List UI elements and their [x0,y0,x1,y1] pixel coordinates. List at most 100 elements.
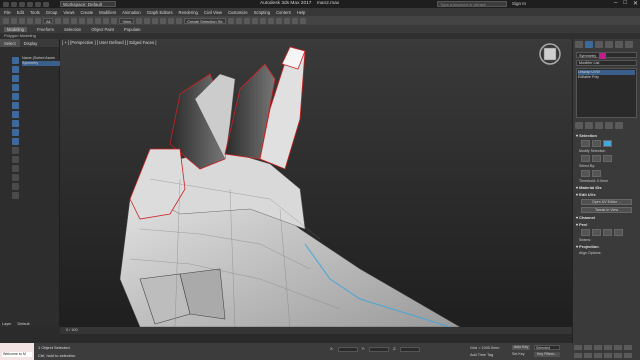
toggle-ribbon-icon[interactable] [251,17,258,24]
quick-peel-icon[interactable] [581,229,590,236]
render-production-icon[interactable] [299,17,306,24]
undo-icon[interactable] [27,1,33,7]
grow-selection-icon[interactable] [581,155,590,162]
ignore-backfacing-icon[interactable] [592,170,601,177]
rendered-frame-window-icon[interactable] [291,17,298,24]
edit-named-selection-icon[interactable] [176,17,183,24]
select-by-element-icon[interactable] [581,170,590,177]
zoom-all-icon[interactable] [574,352,582,358]
reset-peel-icon[interactable] [603,229,612,236]
rotate-icon[interactable] [95,17,102,24]
filter-spacewarps-icon[interactable] [12,102,19,109]
tab-display[interactable]: Display [20,39,42,47]
maximize-viewport-icon[interactable] [624,352,632,358]
link-icon[interactable] [19,17,25,24]
layer-explorer-icon[interactable] [243,17,250,24]
set-key-button[interactable]: Set Key [512,352,525,356]
tab-freeform[interactable]: Freeform [37,27,54,32]
perspective-viewport[interactable]: [ + ] [Perspective ] [ User Defined ] [ … [60,39,572,327]
maximize-icon[interactable]: □ [623,0,627,7]
bind-space-warp-icon[interactable] [35,17,41,24]
maxscript-mini-listener[interactable]: Welcome to M [2,352,32,357]
menu-civil-view[interactable]: Civil View [204,10,222,15]
minimize-icon[interactable]: – [614,0,617,7]
filter-lights-icon[interactable] [12,75,19,82]
selection-rollout[interactable]: Selection [576,133,637,138]
align-icon[interactable] [235,17,242,24]
peel-rollout[interactable]: Peel [576,222,637,227]
menu-content[interactable]: Content [276,10,291,15]
utilities-tab-icon[interactable] [625,41,633,48]
reference-coordinate-dropdown[interactable]: View [119,17,135,24]
filter-groups-icon[interactable] [12,111,19,118]
goto-start-icon[interactable] [574,345,582,350]
select-by-name-icon[interactable] [63,17,70,24]
make-unique-icon[interactable] [595,122,603,129]
goto-end-icon[interactable] [614,345,622,350]
new-file-icon[interactable] [3,1,9,7]
filter-invert-icon[interactable] [12,183,19,190]
angle-snap-icon[interactable] [152,17,159,24]
tab-selection[interactable]: Selection [64,27,81,32]
menu-file[interactable]: File [4,10,11,15]
filter-helpers-icon[interactable] [12,93,19,100]
hierarchy-tab-icon[interactable] [595,41,603,48]
snap-toggle-icon[interactable] [144,17,151,24]
filter-geometry-icon[interactable] [12,57,19,64]
configure-modifier-sets-icon[interactable] [615,122,623,129]
close-icon[interactable]: ✕ [633,0,638,7]
time-slider[interactable]: 0 / 100 [60,327,572,334]
options-icon[interactable] [12,192,19,199]
channel-rollout[interactable]: Channel [576,215,637,220]
render-setup-icon[interactable] [283,17,290,24]
menu-help[interactable]: Help [297,10,306,15]
zoom-extents-icon[interactable] [584,352,592,358]
sign-in-link[interactable]: Sign In [512,1,526,6]
polygon-mode-icon[interactable] [603,140,612,147]
tab-modeling[interactable]: Modeling [4,26,27,32]
filter-frozen-icon[interactable] [12,147,19,154]
object-name-field[interactable]: Symmetry [576,52,637,59]
filter-cameras-icon[interactable] [12,84,19,91]
window-crossing-icon[interactable] [79,17,86,24]
menu-edit[interactable]: Edit [17,10,24,15]
scale-icon[interactable] [103,17,110,24]
create-tab-icon[interactable] [575,41,583,48]
list-item[interactable]: Symmetry [22,61,60,66]
zoom-icon[interactable] [624,345,632,350]
orbit-icon[interactable] [614,352,622,358]
mirror-icon[interactable] [227,17,234,24]
open-file-icon[interactable] [11,1,17,7]
edge-mode-icon[interactable] [592,140,601,147]
material-ids-rollout[interactable]: Material IDs [576,185,637,190]
menu-tools[interactable]: Tools [30,10,40,15]
z-coordinate-field[interactable] [400,347,421,352]
shrink-selection-icon[interactable] [592,155,601,162]
show-end-result-icon[interactable] [585,122,593,129]
motion-tab-icon[interactable] [605,41,613,48]
play-icon[interactable] [594,345,602,350]
key-set-dropdown[interactable]: Selected [534,345,560,350]
menu-create[interactable]: Create [81,10,94,15]
filter-none-icon[interactable] [12,174,19,181]
schematic-view-icon[interactable] [267,17,274,24]
undo-icon[interactable] [3,17,9,24]
display-tab-icon[interactable] [615,41,623,48]
filter-bones-icon[interactable] [12,129,19,136]
selection-filter-dropdown[interactable]: All [43,17,54,24]
redo-icon[interactable] [35,1,41,7]
tab-populate[interactable]: Populate [124,27,141,32]
modifier-stack-item[interactable]: Editable Poly [578,75,635,80]
save-file-icon[interactable] [19,1,25,7]
spinner-snap-icon[interactable] [168,17,175,24]
loop-selection-icon[interactable] [603,155,612,162]
edit-uvs-rollout[interactable]: Edit UVs [576,192,637,197]
menu-modifiers[interactable]: Modifiers [99,10,116,15]
peel-mode-icon[interactable] [592,229,601,236]
add-time-tag-button[interactable]: Add Time Tag [470,353,493,357]
redo-icon[interactable] [11,17,17,24]
select-object-icon[interactable] [55,17,62,24]
menu-scripting[interactable]: Scripting [254,10,270,15]
filter-containers-icon[interactable] [12,138,19,145]
open-uv-editor-button[interactable]: Open UV Editor ... [581,199,632,205]
